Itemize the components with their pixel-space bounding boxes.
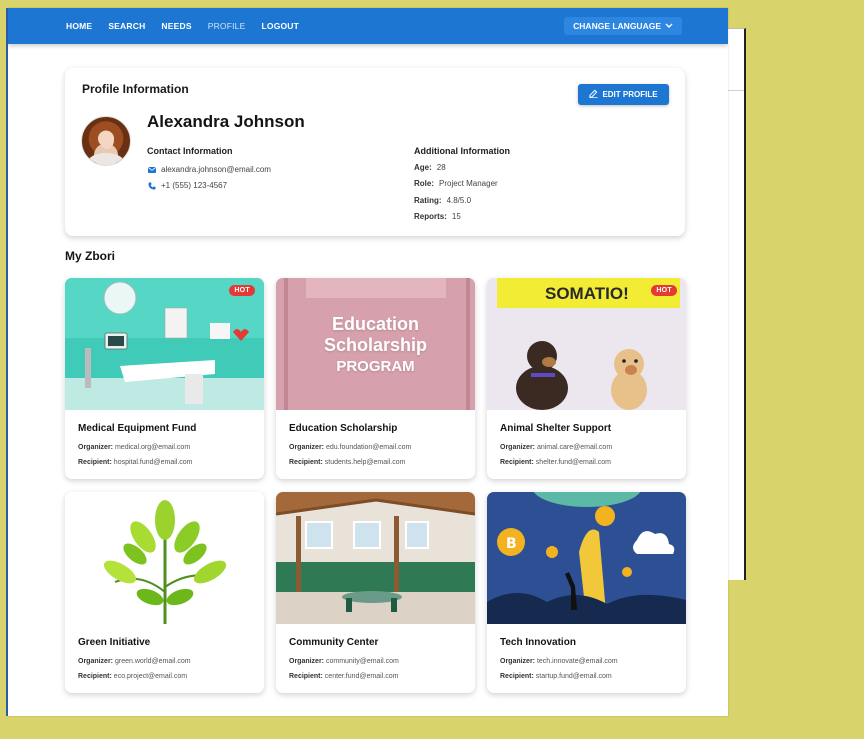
organizer-email: green.world@email.com [114, 658, 191, 665]
card-organizer: Organizer: green.world@email.com [78, 658, 191, 665]
card-title: Tech Innovation [500, 637, 576, 648]
card-recipient: Recipient: eco.project@email.com [78, 673, 187, 680]
email-row: alexandra.johnson@email.com [147, 165, 271, 174]
organizer-label: Organizer: [500, 444, 536, 451]
card-title: Animal Shelter Support [500, 423, 612, 434]
contact-heading: Contact Information [147, 146, 233, 156]
rating-row: Rating: 4.8/5.0 [414, 196, 471, 205]
recipient-label: Recipient: [78, 459, 112, 466]
medical-image [65, 278, 264, 410]
reports-label: Reports: [414, 212, 447, 221]
organizer-label: Organizer: [78, 658, 114, 665]
nav-needs[interactable]: NEEDS [161, 21, 191, 31]
profile-card: Profile Information EDIT PROFILE Alexand… [65, 68, 685, 236]
phone-row: +1 (555) 123-4567 [147, 181, 227, 190]
phone-icon [147, 181, 156, 190]
card-title: Green Initiative [78, 637, 151, 648]
reports-value: 15 [451, 212, 461, 221]
campaign-card-medical[interactable]: HOT Medical Equipment Fund Organizer: me… [65, 278, 264, 479]
edit-profile-button[interactable]: EDIT PROFILE [578, 84, 669, 105]
top-navbar: HOME SEARCH NEEDS PROFILE LOGOUT CHANGE … [8, 8, 728, 44]
rating-value: 4.8/5.0 [446, 196, 472, 205]
age-row: Age: 28 [414, 163, 446, 172]
image-text-line: PROGRAM [336, 358, 415, 375]
organizer-email: medical.org@email.com [114, 444, 191, 451]
additional-heading: Additional Information [414, 146, 510, 156]
nav-logout[interactable]: LOGOUT [261, 21, 299, 31]
envelope-icon [147, 166, 156, 173]
age-label: Age: [414, 163, 432, 172]
app-window: HOME SEARCH NEEDS PROFILE LOGOUT CHANGE … [8, 8, 728, 716]
rating-label: Rating: [414, 196, 442, 205]
organizer-label: Organizer: [78, 444, 114, 451]
edit-icon [589, 89, 598, 100]
organizer-label: Organizer: [289, 444, 325, 451]
avatar [81, 116, 131, 166]
age-value: 28 [436, 163, 446, 172]
organizer-email: tech.innovate@email.com [536, 658, 618, 665]
campaign-card-animal[interactable]: SOMATIO! HOT Animal Shelter Support Orga… [487, 278, 686, 479]
role-row: Role: Project Manager [414, 179, 498, 188]
organizer-label: Organizer: [500, 658, 536, 665]
recipient-label: Recipient: [500, 673, 534, 680]
recipient-email: students.help@email.com [324, 459, 406, 466]
card-organizer: Organizer: edu.foundation@email.com [289, 444, 411, 451]
recipient-label: Recipient: [289, 673, 323, 680]
tech-image: B [487, 492, 686, 624]
profile-email[interactable]: alexandra.johnson@email.com [161, 165, 271, 174]
role-label: Role: [414, 179, 434, 188]
card-organizer: Organizer: medical.org@email.com [78, 444, 190, 451]
education-image: Education Scholarship PROGRAM [276, 278, 475, 410]
card-recipient: Recipient: center.fund@email.com [289, 673, 398, 680]
card-organizer: Organizer: tech.innovate@email.com [500, 658, 618, 665]
recipient-label: Recipient: [289, 459, 323, 466]
card-recipient: Recipient: students.help@email.com [289, 459, 405, 466]
organizer-label: Organizer: [289, 658, 325, 665]
card-organizer: Organizer: community@email.com [289, 658, 399, 665]
card-title: Medical Equipment Fund [78, 423, 197, 434]
card-title: Community Center [289, 637, 379, 648]
chevron-down-icon [665, 22, 673, 31]
campaign-card-green[interactable]: Green Initiative Organizer: green.world@… [65, 492, 264, 693]
card-recipient: Recipient: shelter.fund@email.com [500, 459, 611, 466]
image-text-line: Scholarship [323, 335, 428, 355]
organizer-email: edu.foundation@email.com [325, 444, 412, 451]
campaign-card-education[interactable]: Education Scholarship PROGRAM Education … [276, 278, 475, 479]
card-recipient: Recipient: hospital.fund@email.com [78, 459, 193, 466]
organizer-email: animal.care@email.com [536, 444, 613, 451]
nav-profile[interactable]: PROFILE [208, 21, 246, 31]
organizer-email: community@email.com [325, 658, 399, 665]
campaign-card-community[interactable]: Community Center Organizer: community@em… [276, 492, 475, 693]
image-text-line: Education [331, 314, 419, 334]
card-title: Education Scholarship [289, 423, 398, 434]
svg-text:B: B [506, 536, 517, 552]
recipient-label: Recipient: [78, 673, 112, 680]
animal-image: SOMATIO! [487, 278, 686, 410]
recipient-email: startup.fund@email.com [535, 673, 612, 680]
recipient-email: eco.project@email.com [113, 673, 188, 680]
hot-badge: HOT [651, 285, 677, 296]
edit-profile-label: EDIT PROFILE [602, 90, 658, 99]
section-title: My Zbori [65, 249, 115, 263]
recipient-email: center.fund@email.com [324, 673, 399, 680]
card-organizer: Organizer: animal.care@email.com [500, 444, 612, 451]
card-recipient: Recipient: startup.fund@email.com [500, 673, 612, 680]
nav-home[interactable]: HOME [66, 21, 92, 31]
reports-row: Reports: 15 [414, 212, 461, 221]
change-language-button[interactable]: CHANGE LANGUAGE [564, 17, 682, 35]
recipient-email: shelter.fund@email.com [535, 459, 611, 466]
role-value: Project Manager [439, 179, 498, 188]
education-image-text: Education Scholarship PROGRAM [276, 314, 475, 377]
profile-title: Profile Information [82, 82, 189, 96]
recipient-label: Recipient: [500, 459, 534, 466]
change-language-label: CHANGE LANGUAGE [573, 21, 661, 31]
recipient-email: hospital.fund@email.com [113, 459, 193, 466]
hot-badge: HOT [229, 285, 255, 296]
green-image [65, 492, 264, 624]
profile-phone[interactable]: +1 (555) 123-4567 [161, 181, 227, 190]
campaign-card-tech[interactable]: B Tech Innovation Organizer: tech.innova… [487, 492, 686, 693]
community-image [276, 492, 475, 624]
nav-search[interactable]: SEARCH [108, 21, 145, 31]
profile-name: Alexandra Johnson [147, 112, 305, 131]
